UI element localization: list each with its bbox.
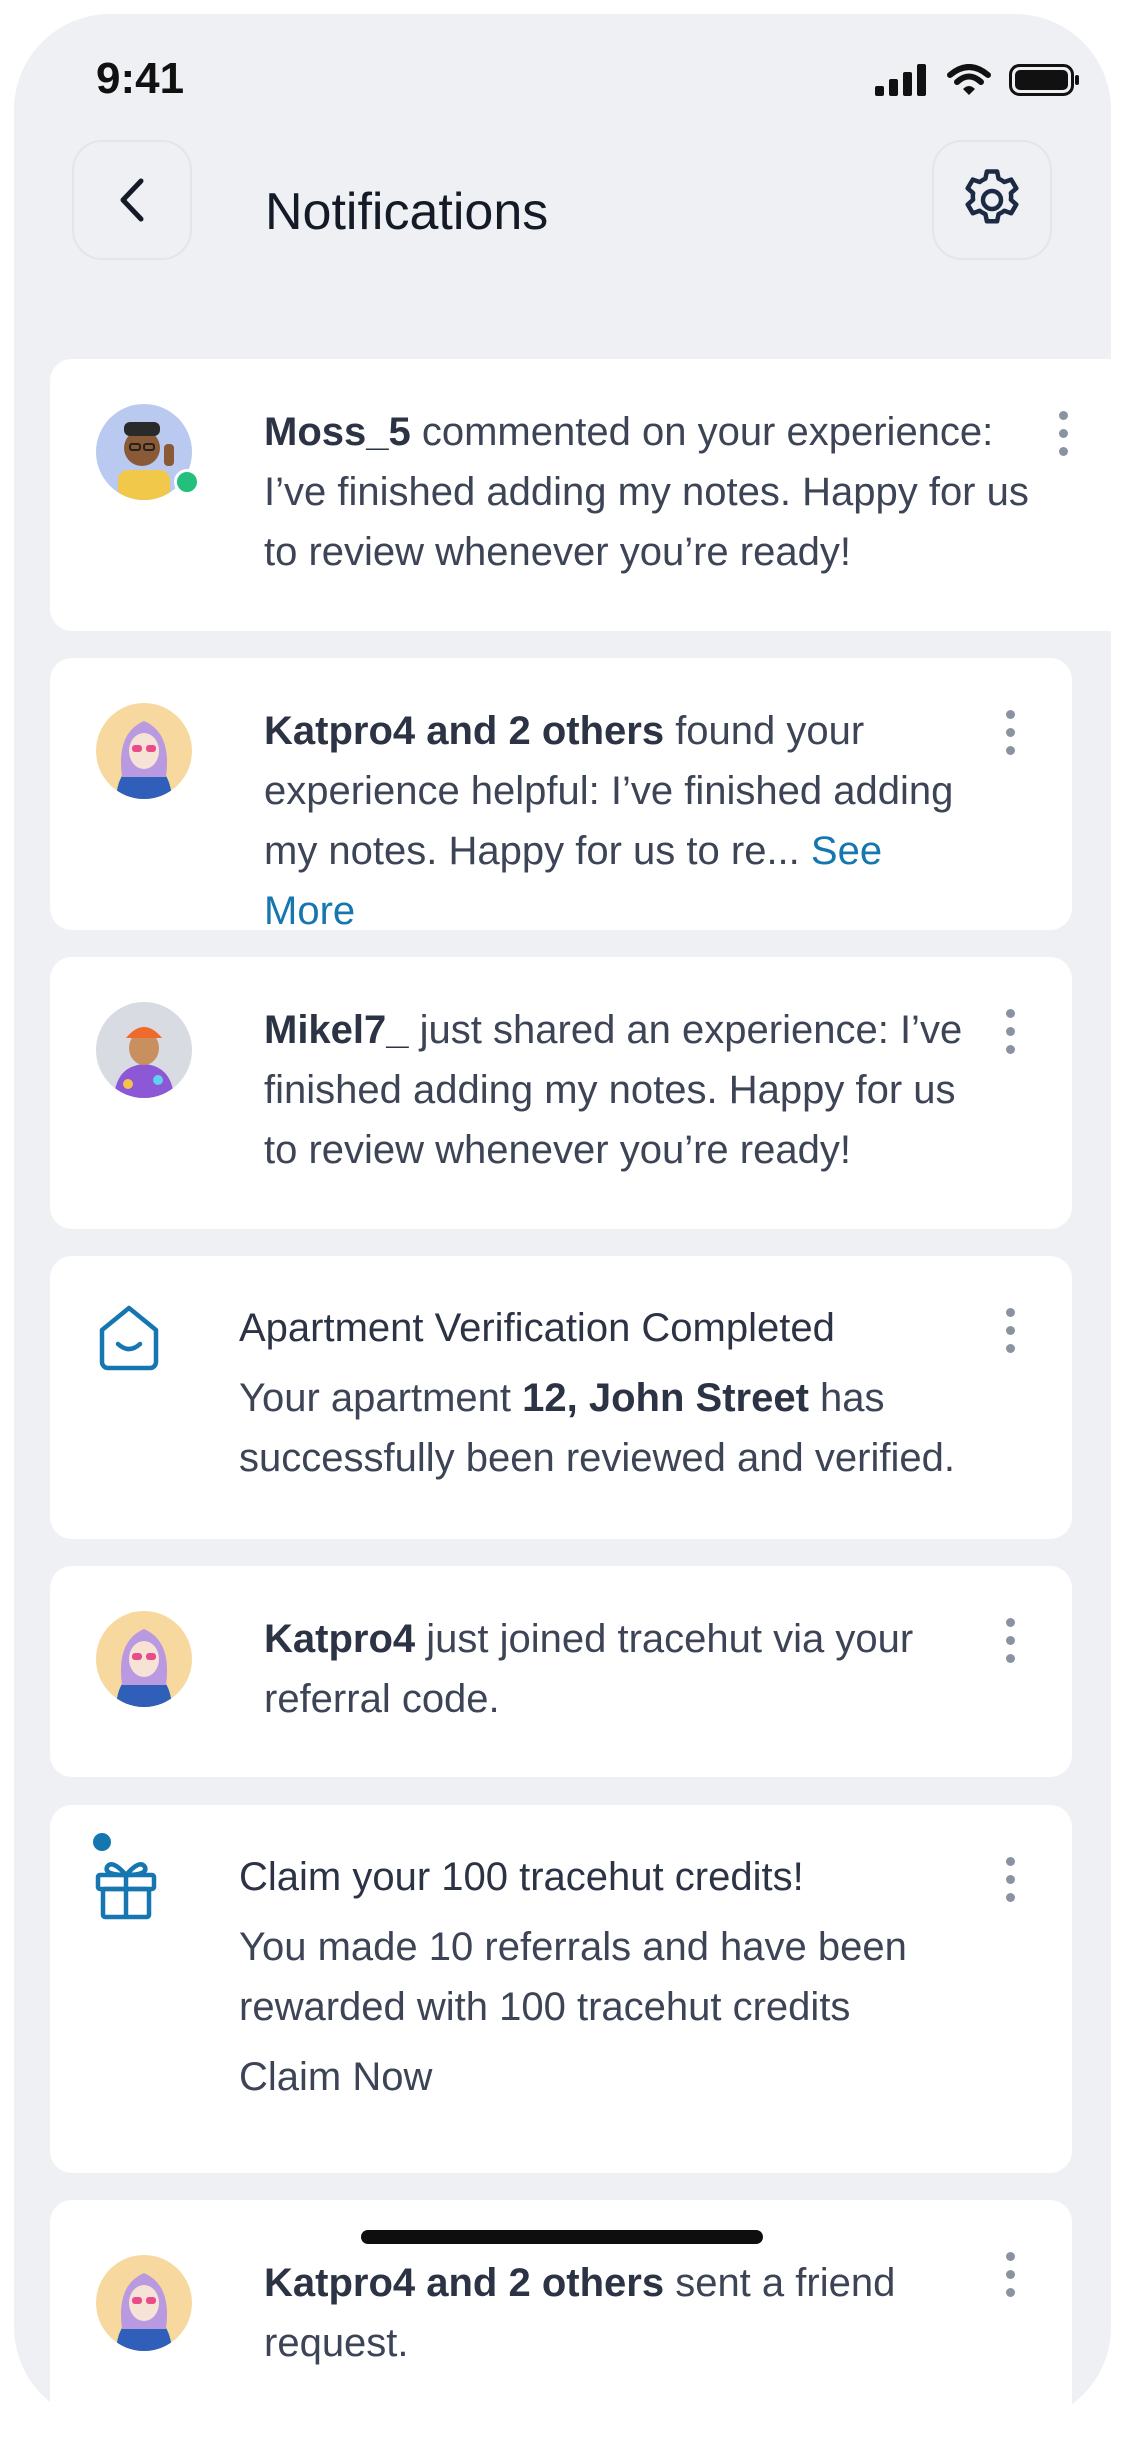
online-indicator [174,469,200,495]
more-options-icon[interactable] [1000,710,1020,755]
notification-card[interactable]: Claim your 100 tracehut credits! You mad… [50,1805,1072,2173]
avatar [96,2255,192,2351]
notification-user: Moss_5 [264,410,411,454]
notification-card[interactable]: Moss_5 commented on your experience: I’v… [50,359,1111,631]
gift-icon [95,1862,157,1920]
more-options-icon[interactable] [1000,1857,1020,1902]
notification-card[interactable]: Apartment Verification Completed Your ap… [50,1256,1072,1539]
notification-text: Katpro4 just joined tracehut via your re… [264,1609,972,1729]
more-options-icon[interactable] [1053,411,1073,456]
notification-card[interactable]: Katpro4 and 2 others found your experien… [50,658,1072,933]
wifi-icon [947,64,991,95]
notification-user: Katpro4 and 2 others [264,2261,665,2305]
notification-title: Claim your 100 tracehut credits! [239,1855,804,1899]
notification-text: Katpro4 and 2 others sent a friend reque… [264,2253,972,2373]
notification-user: Katpro4 [264,1617,416,1661]
settings-button[interactable] [932,140,1052,260]
notification-user: Katpro4 and 2 others [264,709,665,753]
home-icon [99,1305,159,1371]
more-options-icon[interactable] [1000,1618,1020,1663]
back-button[interactable] [72,140,192,260]
notification-card[interactable]: Mikel7_ just shared an experience: I’ve … [50,957,1072,1229]
unread-indicator [93,1833,111,1851]
notification-text: Mikel7_ just shared an experience: I’ve … [264,1000,972,1180]
chevron-left-icon [120,178,144,222]
notification-text: You made 10 referrals and have been rewa… [239,1925,907,2029]
more-options-icon[interactable] [1000,2252,1020,2297]
avatar [96,1611,192,1707]
more-options-icon[interactable] [1000,1308,1020,1353]
more-options-icon[interactable] [1000,1009,1020,1054]
status-icons [875,64,1081,96]
signal-icon [875,64,926,96]
avatar [96,703,192,799]
notification-text: Your apartment 12, John Street has succe… [239,1368,982,1488]
status-time: 9:41 [96,54,185,103]
notification-user: Mikel7_ [264,1008,409,1052]
notification-text: Moss_5 commented on your experience: I’v… [264,402,1030,582]
notification-title: Apartment Verification Completed [239,1306,835,1350]
notification-message: Your apartment [239,1376,523,1420]
notification-text: Katpro4 and 2 others found your experien… [264,701,972,941]
page-title: Notifications [265,183,549,241]
phone-screen: 9:41 Notifications Moss_5 commented on y… [14,14,1111,2423]
notification-card[interactable]: Katpro4 just joined tracehut via your re… [50,1566,1072,1777]
claim-now-link[interactable]: Claim Now [239,2047,982,2107]
battery-icon [1009,64,1079,96]
gear-icon [965,169,1019,224]
avatar [96,1002,192,1098]
home-indicator [361,2230,763,2244]
address-highlight: 12, John Street [522,1376,809,1420]
